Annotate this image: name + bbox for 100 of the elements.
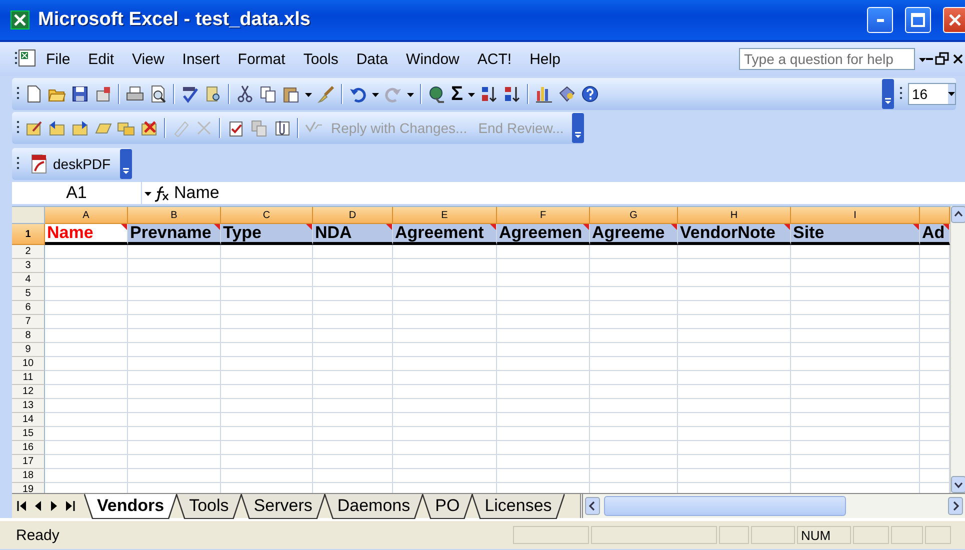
table-cell[interactable]: Name [45, 224, 128, 245]
table-cell[interactable] [221, 329, 313, 343]
column-header[interactable]: A [45, 207, 128, 224]
table-cell[interactable] [393, 427, 497, 441]
table-cell[interactable] [45, 385, 128, 399]
row-header[interactable]: 12 [12, 385, 45, 399]
edit-comment-icon[interactable] [25, 119, 43, 137]
table-cell[interactable] [313, 329, 393, 343]
menu-item[interactable]: Tools [295, 48, 346, 70]
table-cell[interactable] [791, 343, 920, 357]
table-cell[interactable] [791, 385, 920, 399]
sheet-tab[interactable]: PO [423, 494, 472, 518]
table-cell[interactable] [45, 273, 128, 287]
table-cell[interactable] [590, 343, 678, 357]
table-cell[interactable] [221, 273, 313, 287]
table-cell[interactable] [393, 357, 497, 371]
table-cell[interactable] [128, 287, 221, 301]
table-cell[interactable] [791, 469, 920, 483]
table-cell[interactable] [45, 259, 128, 273]
column-header[interactable]: G [590, 207, 678, 224]
table-cell[interactable] [678, 357, 791, 371]
table-cell[interactable] [678, 441, 791, 455]
table-cell[interactable] [678, 343, 791, 357]
column-header[interactable]: H [678, 207, 791, 224]
table-cell[interactable] [221, 287, 313, 301]
function-icon[interactable] [154, 184, 170, 202]
table-cell[interactable] [791, 455, 920, 469]
table-cell[interactable] [313, 441, 393, 455]
help-icon[interactable] [581, 85, 600, 103]
sheet-tab[interactable]: Licenses [472, 494, 564, 518]
print-preview-icon[interactable] [149, 85, 167, 103]
table-cell[interactable] [678, 329, 791, 343]
table-cell[interactable] [128, 301, 221, 315]
table-cell[interactable] [678, 273, 791, 287]
table-cell[interactable] [791, 245, 920, 259]
toolbar-options-icon[interactable] [572, 113, 584, 143]
table-cell[interactable] [791, 287, 920, 301]
table-cell[interactable] [221, 455, 313, 469]
table-cell[interactable] [393, 413, 497, 427]
row-header[interactable]: 9 [12, 343, 45, 357]
table-cell[interactable] [678, 399, 791, 413]
scissors-icon[interactable] [236, 85, 254, 103]
table-cell[interactable] [221, 315, 313, 329]
last-sheet-icon[interactable] [64, 498, 76, 514]
table-cell[interactable]: Agreeme [590, 224, 678, 245]
row-header[interactable]: 16 [12, 441, 45, 455]
table-cell[interactable] [497, 259, 590, 273]
table-cell[interactable]: NDA [313, 224, 393, 245]
table-cell[interactable] [128, 441, 221, 455]
table-cell[interactable] [590, 413, 678, 427]
row-header[interactable]: 13 [12, 399, 45, 413]
column-header[interactable]: D [313, 207, 393, 224]
table-cell[interactable] [791, 273, 920, 287]
table-cell[interactable] [497, 315, 590, 329]
table-cell[interactable] [221, 399, 313, 413]
table-cell[interactable] [393, 343, 497, 357]
row-header[interactable]: 3 [12, 259, 45, 273]
table-cell[interactable] [221, 427, 313, 441]
restore-icon[interactable] [933, 50, 951, 68]
redo-icon[interactable] [384, 85, 402, 103]
table-cell[interactable] [590, 287, 678, 301]
table-cell[interactable] [313, 301, 393, 315]
table-cell[interactable] [313, 399, 393, 413]
mail-attachment-icon[interactable] [273, 119, 291, 137]
table-cell[interactable] [393, 259, 497, 273]
maximize-button[interactable] [905, 7, 931, 33]
table-cell[interactable] [590, 371, 678, 385]
table-cell[interactable] [221, 413, 313, 427]
table-cell[interactable] [45, 371, 128, 385]
column-header[interactable]: C [221, 207, 313, 224]
table-cell[interactable] [678, 427, 791, 441]
table-cell[interactable] [128, 259, 221, 273]
row-header[interactable]: 10 [12, 357, 45, 371]
table-cell[interactable] [590, 259, 678, 273]
table-cell[interactable] [678, 245, 791, 259]
table-cell[interactable] [678, 371, 791, 385]
font-size-field[interactable]: 16 [908, 83, 956, 105]
table-cell[interactable] [313, 287, 393, 301]
menu-item[interactable]: Insert [174, 48, 228, 70]
table-cell[interactable] [791, 427, 920, 441]
column-header[interactable]: E [393, 207, 497, 224]
menu-item[interactable]: Data [348, 48, 396, 70]
table-cell[interactable] [221, 385, 313, 399]
table-cell[interactable]: Agreemen [497, 224, 590, 245]
bar-chart-icon[interactable] [535, 85, 554, 103]
sheet-tab[interactable]: Vendors [85, 494, 176, 518]
toolbar-options-icon[interactable] [120, 149, 132, 179]
table-cell[interactable] [497, 329, 590, 343]
table-cell[interactable] [791, 259, 920, 273]
permission-icon[interactable] [94, 85, 112, 103]
table-cell[interactable] [128, 469, 221, 483]
table-cell[interactable] [128, 371, 221, 385]
table-cell[interactable] [313, 357, 393, 371]
menu-item[interactable]: ACT! [469, 48, 520, 70]
table-cell[interactable] [393, 385, 497, 399]
table-cell[interactable] [221, 357, 313, 371]
row-header[interactable]: 14 [12, 413, 45, 427]
menu-item[interactable]: File [38, 48, 78, 70]
table-cell[interactable] [678, 315, 791, 329]
table-cell[interactable] [221, 343, 313, 357]
